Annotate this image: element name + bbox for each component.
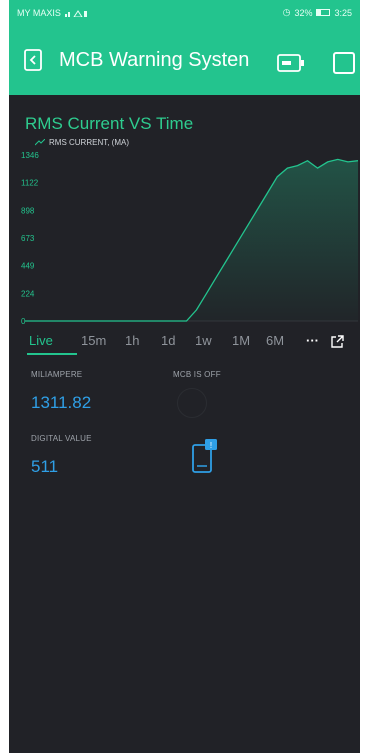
notification-badge: !	[210, 441, 212, 450]
current-widget-label: MILIAMPERE	[31, 370, 83, 379]
y-tick-label: 224	[21, 289, 35, 298]
chart-title: RMS Current VS Time	[25, 114, 194, 133]
time-range-1d[interactable]: 1d	[161, 333, 175, 348]
time-range-live[interactable]: Live	[29, 333, 53, 348]
time-range-1w[interactable]: 1w	[195, 333, 212, 348]
mcb-widget-label: MCB IS OFF	[173, 370, 221, 379]
menu-square-icon[interactable]	[333, 52, 355, 74]
series-area	[25, 159, 358, 321]
time-label: 3:25	[334, 7, 352, 18]
y-tick-label: 673	[21, 234, 35, 243]
phone-notification-icon[interactable]: !	[192, 438, 220, 474]
rms-current-chart[interactable]: 134611228986734492240	[9, 145, 360, 330]
time-range-1m[interactable]: 1M	[232, 333, 250, 348]
digital-widget-label: DIGITAL VALUE	[31, 434, 92, 443]
time-range-bar: Live 15m 1h 1d 1w 1M 6M ···	[9, 330, 360, 354]
digital-widget-value: 511	[31, 457, 59, 476]
signal-icon	[64, 10, 87, 17]
back-icon[interactable]	[23, 48, 43, 72]
y-tick-label: 1122	[21, 179, 39, 188]
y-tick-label: 898	[21, 206, 35, 215]
battery-label: 32%	[294, 7, 313, 18]
carrier-label: MY MAXIS	[17, 7, 61, 18]
mcb-led-indicator	[177, 388, 207, 418]
external-open-icon[interactable]	[330, 335, 344, 349]
current-widget-value: 1311.82	[31, 393, 92, 412]
y-tick-label: 449	[21, 262, 35, 271]
live-selected-indicator	[27, 353, 77, 355]
battery-icon	[316, 9, 331, 16]
status-bar: MY MAXIS ◷ 32% 3:25	[9, 0, 360, 25]
time-range-6m[interactable]: 6M	[266, 333, 284, 348]
page-title: MCB Warning Systen	[59, 49, 250, 71]
app-header: MCB Warning Systen	[9, 25, 360, 95]
more-icon[interactable]: ···	[306, 333, 319, 348]
y-tick-label: 1346	[21, 151, 39, 160]
app-screen: MY MAXIS ◷ 32% 3:25 MCB Warning Systen R…	[9, 0, 360, 753]
time-range-15m[interactable]: 15m	[81, 333, 106, 348]
alarm-icon: ◷	[282, 7, 291, 17]
time-range-1h[interactable]: 1h	[125, 333, 139, 348]
device-icon[interactable]	[277, 54, 305, 72]
